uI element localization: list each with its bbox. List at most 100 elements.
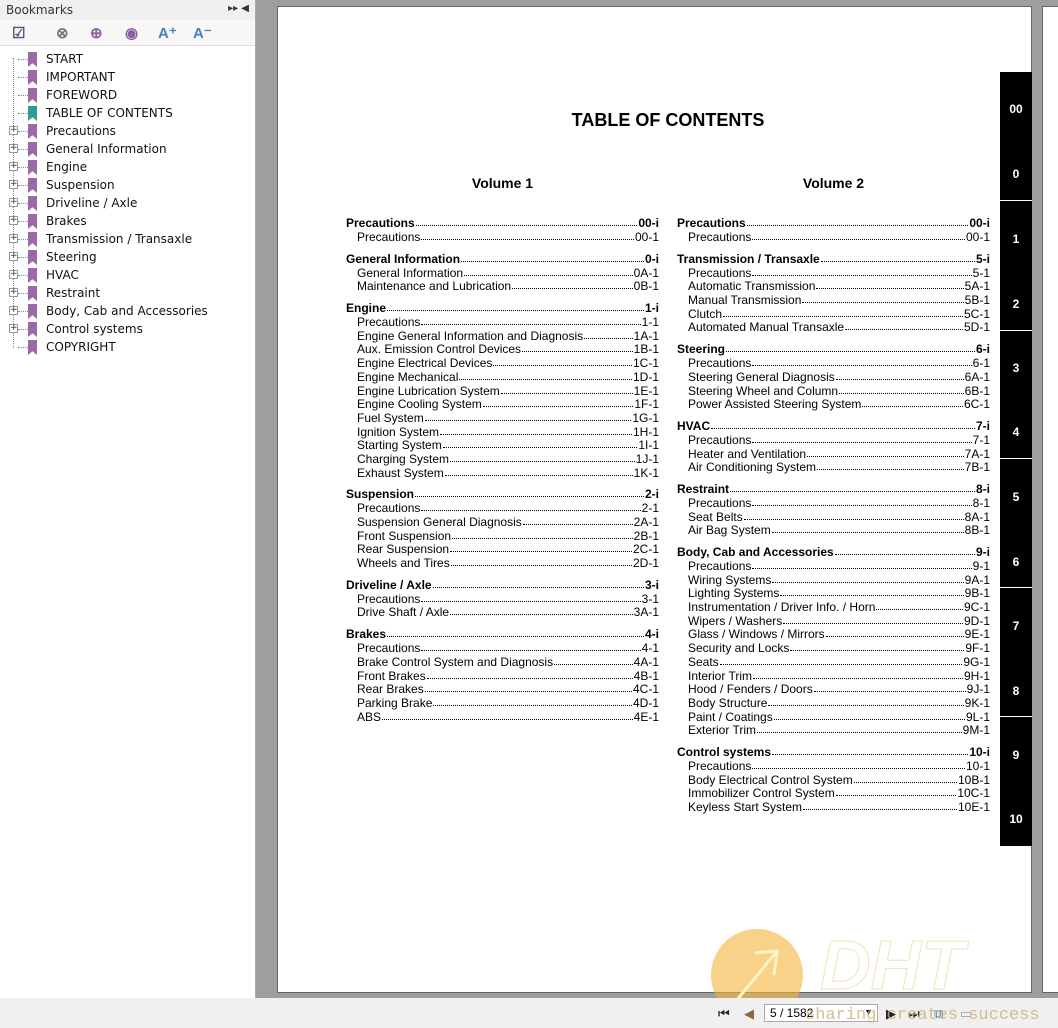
toc-section-heading[interactable]: Control systems 10-i [677,745,990,760]
toc-entry[interactable]: Precautions 3-1 [346,592,659,607]
toc-entry[interactable]: Precautions 7-1 [677,433,990,448]
toc-entry[interactable]: Charging System 1J-1 [346,452,659,467]
section-tab[interactable]: 5 [1000,490,1032,504]
toc-entry[interactable]: Fuel System 1G-1 [346,411,659,426]
panel-splitter[interactable] [257,0,262,998]
toc-entry[interactable]: Brake Control System and Diagnosis 4A-1 [346,655,659,670]
toc-entry[interactable]: Wheels and Tires 2D-1 [346,556,659,571]
section-tab[interactable]: 4 [1000,425,1032,439]
toc-entry[interactable]: Engine Electrical Devices 1C-1 [346,356,659,371]
toc-entry[interactable]: Engine Cooling System 1F-1 [346,397,659,412]
toc-entry[interactable]: Starting System 1I-1 [346,439,659,453]
toc-section-heading[interactable]: Suspension 2-i [346,487,659,502]
toc-entry[interactable]: Front Suspension 2B-1 [346,529,659,544]
expand-icon[interactable]: + [9,198,18,207]
bookmark-item[interactable]: + Body, Cab and Accessories [0,302,255,320]
panel-controls[interactable]: ▸▸ ◀ [228,3,249,14]
toc-section-heading[interactable]: Engine 1-i [346,301,659,316]
toc-entry[interactable]: Engine Lubrication System 1E-1 [346,384,659,399]
toc-entry[interactable]: Exterior Trim 9M-1 [677,724,990,738]
toc-entry[interactable]: Automated Manual Transaxle 5D-1 [677,321,990,335]
toc-entry[interactable]: Engine General Information and Diagnosis… [346,329,659,344]
bookmark-item[interactable]: + Steering [0,248,255,266]
section-tab[interactable]: 2 [1000,297,1032,311]
expand-icon[interactable]: + [9,144,18,153]
bookmark-item[interactable]: + Suspension [0,176,255,194]
toc-entry[interactable]: Ignition System 1H-1 [346,425,659,440]
expand-all-icon[interactable]: ☑ [12,24,25,42]
toc-entry[interactable]: Paint / Coatings 9L-1 [677,710,990,725]
bookmark-item[interactable]: + Precautions [0,122,255,140]
toc-entry[interactable]: Rear Brakes 4C-1 [346,682,659,697]
toc-section-heading[interactable]: Precautions 00-i [346,216,659,231]
decrease-font-icon[interactable]: A⁻ [193,24,212,42]
section-tab[interactable]: 7 [1000,619,1032,633]
bookmark-item[interactable]: START [0,50,255,68]
toc-entry[interactable]: Suspension General Diagnosis 2A-1 [346,515,659,530]
toc-entry[interactable]: Security and Locks 9F-1 [677,641,990,656]
goto-bookmark-icon[interactable]: ◉ [125,24,138,42]
expand-icon[interactable]: + [9,306,18,315]
toc-entry[interactable]: Precautions 00-1 [346,230,659,245]
section-tab[interactable]: 6 [1000,555,1032,569]
section-tab[interactable]: 10 [1000,812,1032,826]
toc-entry[interactable]: Aux. Emission Control Devices 1B-1 [346,343,659,357]
section-tab[interactable]: 3 [1000,361,1032,375]
toc-entry[interactable]: Parking Brake 4D-1 [346,696,659,711]
toc-entry[interactable]: Wipers / Washers 9D-1 [677,614,990,629]
toc-entry[interactable]: Body Electrical Control System 10B-1 [677,773,990,788]
bookmark-item[interactable]: + Control systems [0,320,255,338]
increase-font-icon[interactable]: A⁺ [158,24,177,42]
toc-entry[interactable]: Air Conditioning System 7B-1 [677,461,990,475]
expand-icon[interactable]: + [9,234,18,243]
toc-entry[interactable]: Precautions 2-1 [346,502,659,516]
toc-entry[interactable]: Precautions 00-1 [677,230,990,245]
toc-entry[interactable]: Maintenance and Lubrication 0B-1 [346,280,659,294]
toc-section-heading[interactable]: Transmission / Transaxle 5-i [677,252,990,267]
toc-section-heading[interactable]: HVAC 7-i [677,419,990,434]
toc-entry[interactable]: Keyless Start System 10E-1 [677,800,990,815]
toc-entry[interactable]: Instrumentation / Driver Info. / Horn 9C-… [677,600,990,615]
toc-section-heading[interactable]: Steering 6-i [677,342,990,357]
expand-icon[interactable]: + [9,252,18,261]
expand-icon[interactable]: + [9,288,18,297]
section-tab[interactable]: 0 [1000,167,1032,181]
bookmark-item[interactable]: + Engine [0,158,255,176]
previous-page-icon[interactable]: ◀ [744,1006,754,1022]
expand-icon[interactable]: + [9,162,18,171]
toc-entry[interactable]: Precautions 5-1 [677,266,990,281]
bookmark-item[interactable]: COPYRIGHT [0,338,255,356]
toc-entry[interactable]: Clutch 5C-1 [677,307,990,322]
toc-entry[interactable]: Steering General Diagnosis 6A-1 [677,370,990,385]
toc-entry[interactable]: Front Brakes 4B-1 [346,669,659,684]
bookmark-item[interactable]: + Restraint [0,284,255,302]
toc-section-heading[interactable]: Driveline / Axle 3-i [346,578,659,593]
toc-entry[interactable]: Glass / Windows / Mirrors 9E-1 [677,628,990,642]
bookmark-item[interactable]: + Transmission / Transaxle [0,230,255,248]
toc-entry[interactable]: Heater and Ventilation 7A-1 [677,447,990,462]
toc-entry[interactable]: Precautions 6-1 [677,356,990,371]
toc-entry[interactable]: Immobilizer Control System 10C-1 [677,787,990,801]
toc-entry[interactable]: Body Structure 9K-1 [677,696,990,711]
first-page-icon[interactable]: ⏮ [718,1006,730,1022]
bookmark-item[interactable]: + Driveline / Axle [0,194,255,212]
toc-entry[interactable]: Precautions 9-1 [677,559,990,574]
bookmark-item[interactable]: FOREWORD [0,86,255,104]
toc-entry[interactable]: Precautions 8-1 [677,496,990,511]
toc-entry[interactable]: Engine Mechanical 1D-1 [346,370,659,385]
toc-entry[interactable]: Wiring Systems 9A-1 [677,573,990,588]
toc-entry[interactable]: Drive Shaft / Axle 3A-1 [346,606,659,620]
toc-section-heading[interactable]: Body, Cab and Accessories 9-i [677,545,990,560]
expand-icon[interactable]: + [9,324,18,333]
toc-entry[interactable]: Seats 9G-1 [677,655,990,670]
section-tab[interactable]: 1 [1000,232,1032,246]
expand-icon[interactable]: + [9,216,18,225]
toc-section-heading[interactable]: Restraint 8-i [677,482,990,497]
section-tab[interactable]: 00 [1000,102,1032,116]
bookmark-item[interactable]: TABLE OF CONTENTS [0,104,255,122]
toc-entry[interactable]: Power Assisted Steering System 6C-1 [677,397,990,412]
expand-icon[interactable]: + [9,270,18,279]
toc-entry[interactable]: Seat Belts 8A-1 [677,510,990,525]
expand-icon[interactable]: + [9,180,18,189]
toc-entry[interactable]: Interior Trim 9H-1 [677,669,990,684]
